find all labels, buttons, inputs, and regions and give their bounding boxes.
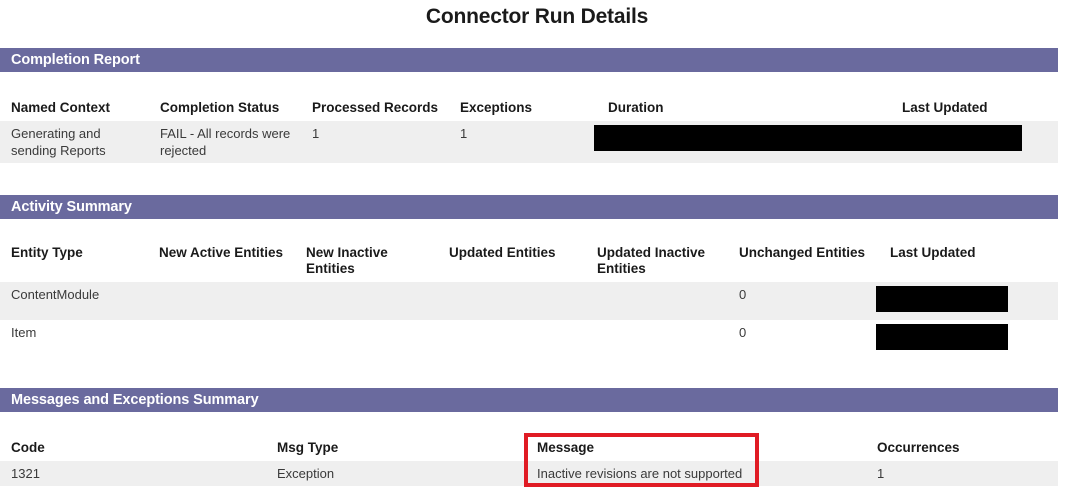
activity-summary-table: Entity Type New Active Entities New Inac…: [0, 240, 1058, 358]
redaction-bar: [876, 286, 1008, 312]
column-header-msg-type[interactable]: Msg Type: [266, 435, 526, 461]
column-header-occurrences[interactable]: Occurrences: [866, 435, 1058, 461]
table-row: Item 0: [0, 320, 1058, 358]
column-header-last-updated[interactable]: Last Updated: [891, 95, 1058, 121]
column-header-code[interactable]: Code: [0, 435, 266, 461]
column-header-updated-entities[interactable]: Updated Entities: [438, 240, 586, 282]
redaction-bar: [594, 125, 1022, 151]
page-title: Connector Run Details: [425, 5, 649, 28]
cell-unchanged-entities: 0: [728, 320, 879, 358]
cell-duration-last-updated-redacted: [594, 121, 1058, 163]
column-header-new-active-entities[interactable]: New Active Entities: [148, 240, 295, 282]
cell-msg-type: Exception: [266, 461, 526, 486]
section-header-messages-exceptions: Messages and Exceptions Summary: [0, 388, 1058, 412]
table-row: Generating and sending Reports FAIL - Al…: [0, 121, 1058, 163]
cell-new-active-entities: [148, 282, 295, 320]
column-header-completion-status[interactable]: Completion Status: [149, 95, 301, 121]
section-completion-report: Completion Report Named Context Completi…: [0, 48, 1058, 163]
cell-updated-inactive-entities: [586, 320, 728, 358]
column-header-duration[interactable]: Duration: [597, 95, 891, 121]
cell-new-inactive-entities: [295, 282, 438, 320]
section-header-completion-report: Completion Report: [0, 48, 1058, 72]
column-header-entity-type[interactable]: Entity Type: [0, 240, 148, 282]
cell-message: Inactive revisions are not supported: [526, 461, 866, 486]
cell-occurrences: 1: [866, 461, 1058, 486]
section-messages-exceptions-summary: Messages and Exceptions Summary Code Msg…: [0, 388, 1058, 486]
column-header-unchanged-entities[interactable]: Unchanged Entities: [728, 240, 879, 282]
table-header-row: Named Context Completion Status Processe…: [0, 95, 1058, 121]
completion-report-table: Named Context Completion Status Processe…: [0, 95, 1058, 163]
cell-named-context: Generating and sending Reports: [0, 121, 149, 163]
cell-updated-entities: [438, 282, 586, 320]
table-row: 1321 Exception Inactive revisions are no…: [0, 461, 1058, 486]
section-header-activity-summary: Activity Summary: [0, 195, 1058, 219]
column-header-exceptions[interactable]: Exceptions: [449, 95, 597, 121]
table-row: ContentModule 0: [0, 282, 1058, 320]
cell-processed-records: 1: [301, 121, 449, 163]
cell-entity-type: ContentModule: [0, 282, 148, 320]
cell-new-inactive-entities: [295, 320, 438, 358]
column-header-last-updated[interactable]: Last Updated: [879, 240, 1058, 282]
cell-entity-type: Item: [0, 320, 148, 358]
column-header-named-context[interactable]: Named Context: [0, 95, 149, 121]
redaction-bar: [876, 324, 1008, 350]
cell-last-updated-redacted: [876, 320, 1058, 358]
column-header-updated-inactive-entities[interactable]: Updated Inactive Entities: [586, 240, 728, 282]
table-header-row: Entity Type New Active Entities New Inac…: [0, 240, 1058, 282]
cell-code: 1321: [0, 461, 266, 486]
cell-updated-inactive-entities: [586, 282, 728, 320]
cell-new-active-entities: [148, 320, 295, 358]
cell-completion-status: FAIL - All records were rejected: [149, 121, 301, 163]
column-header-processed-records[interactable]: Processed Records: [301, 95, 449, 121]
cell-exceptions: 1: [449, 121, 597, 163]
cell-updated-entities: [438, 320, 586, 358]
section-activity-summary: Activity Summary Entity Type New Active …: [0, 195, 1058, 358]
column-header-message[interactable]: Message: [526, 435, 866, 461]
column-header-new-inactive-entities[interactable]: New Inactive Entities: [295, 240, 438, 282]
cell-unchanged-entities: 0: [728, 282, 879, 320]
messages-exceptions-table: Code Msg Type Message Occurrences 1321 E…: [0, 435, 1058, 486]
table-header-row: Code Msg Type Message Occurrences: [0, 435, 1058, 461]
cell-last-updated-redacted: [876, 282, 1058, 320]
